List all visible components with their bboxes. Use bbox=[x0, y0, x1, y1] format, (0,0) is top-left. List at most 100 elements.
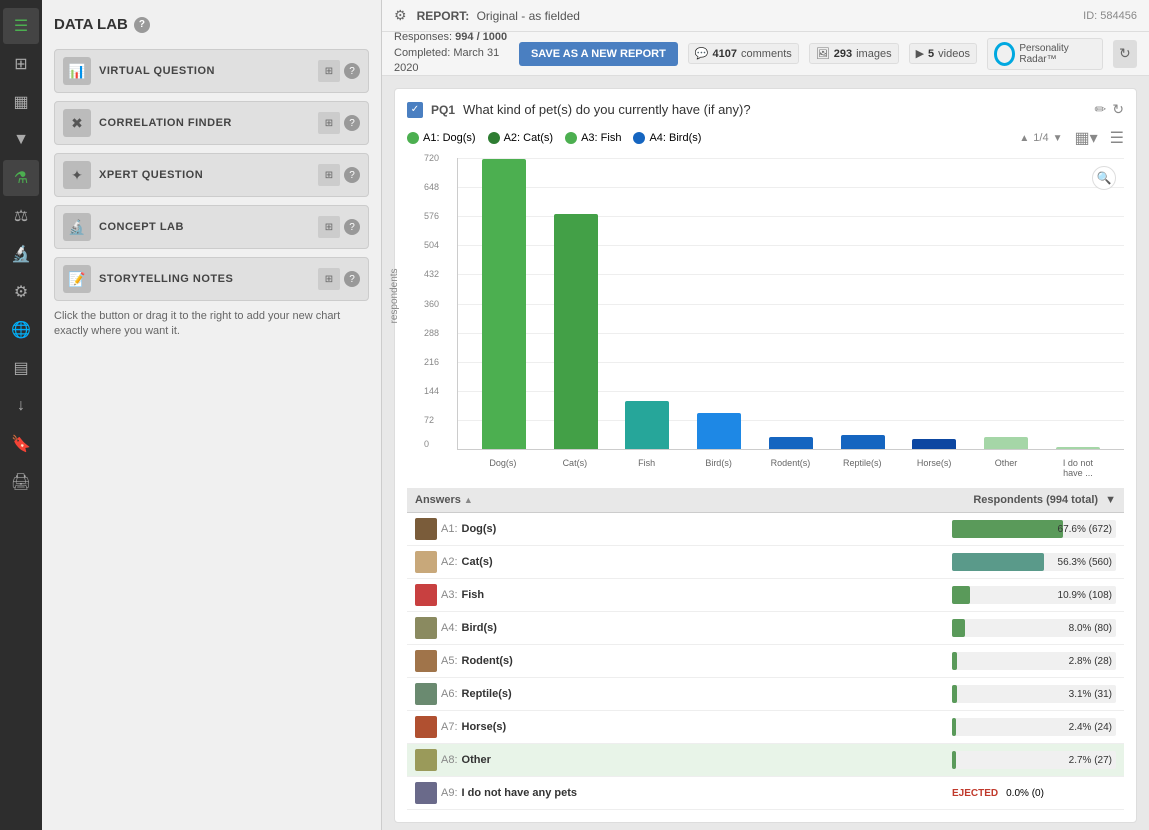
videos-count: 5 bbox=[928, 48, 934, 60]
respondent-bar bbox=[952, 718, 956, 736]
answer-code: A9: bbox=[441, 787, 458, 799]
nav-scale-icon[interactable]: ⚖ bbox=[3, 198, 39, 234]
nav-settings-icon[interactable]: ⚙ bbox=[3, 274, 39, 310]
nav-bookmark-icon[interactable]: 🔖 bbox=[3, 426, 39, 462]
chart-search-icon[interactable]: 🔍 bbox=[1092, 166, 1116, 190]
answer-code: A3: bbox=[441, 589, 458, 601]
bar-rodents bbox=[769, 437, 813, 449]
chat-icon: 💬 bbox=[695, 47, 709, 60]
table-row[interactable]: A2:Cat(s)56.3% (560) bbox=[407, 546, 1124, 579]
report-id: ID: 584456 bbox=[1083, 10, 1137, 22]
nav-layout-icon[interactable]: ⊞ bbox=[3, 46, 39, 82]
sort-icon: ▲ bbox=[464, 495, 473, 505]
legend-prev-icon[interactable]: ▲ bbox=[1019, 133, 1029, 144]
sidebar-help-icon[interactable]: ? bbox=[134, 17, 150, 33]
virtual-question-button[interactable]: 📊 VIRTUAL QUESTION ⊞ ? bbox=[54, 49, 369, 93]
comments-label: comments bbox=[741, 48, 792, 60]
table-row[interactable]: A5:Rodent(s)2.8% (28) bbox=[407, 645, 1124, 678]
answer-name: I do not have any pets bbox=[462, 787, 578, 799]
chart-legend: A1: Dog(s) A2: Cat(s) A3: Fish A4: Bird(… bbox=[407, 128, 1124, 148]
table-row[interactable]: A8:Other2.7% (27) bbox=[407, 744, 1124, 777]
xpert-question-icon: ✦ bbox=[63, 161, 91, 189]
nav-microscope-icon[interactable]: 🔬 bbox=[3, 236, 39, 272]
nav-flask-icon[interactable]: ⚗ bbox=[3, 160, 39, 196]
answer-code: A2: bbox=[441, 556, 458, 568]
nav-chart-icon[interactable]: ▦ bbox=[3, 84, 39, 120]
correlation-finder-grid-icon: ⊞ bbox=[318, 112, 340, 134]
comments-badge[interactable]: 💬 4107 comments bbox=[688, 43, 799, 64]
y-axis-label: respondents bbox=[389, 268, 400, 323]
edit-icon[interactable]: ✏ bbox=[1095, 101, 1107, 118]
virtual-question-help-icon[interactable]: ? bbox=[344, 63, 360, 79]
legend-next-icon[interactable]: ▼ bbox=[1053, 133, 1063, 144]
chart-menu-icon[interactable]: ☰ bbox=[1110, 128, 1124, 148]
storytelling-notes-label: STORYTELLING NOTES bbox=[99, 273, 314, 285]
correlation-finder-button[interactable]: ✖ CORRELATION FINDER ⊞ ? bbox=[54, 101, 369, 145]
storytelling-notes-help-icon[interactable]: ? bbox=[344, 271, 360, 287]
table-row[interactable]: A7:Horse(s)2.4% (24) bbox=[407, 711, 1124, 744]
table-row[interactable]: A4:Bird(s)8.0% (80) bbox=[407, 612, 1124, 645]
answer-thumbnail bbox=[415, 716, 437, 738]
images-badge[interactable]: 🖼 293 images bbox=[809, 43, 899, 64]
filter-icon[interactable]: ▼ bbox=[1105, 494, 1116, 506]
respondents-cell: 8.0% (80) bbox=[944, 612, 1124, 645]
nav-globe-icon[interactable]: 🌐 bbox=[3, 312, 39, 348]
respondents-column-header[interactable]: Respondents (994 total) ▼ bbox=[944, 488, 1124, 513]
xpert-question-help-icon[interactable]: ? bbox=[344, 167, 360, 183]
chart-inner-container: 720 648 576 504 432 bbox=[457, 158, 1124, 478]
sync-icon[interactable]: ↻ bbox=[1112, 101, 1124, 118]
answer-code: A8: bbox=[441, 754, 458, 766]
nav-menu-icon[interactable]: ☰ bbox=[3, 8, 39, 44]
nav-print-icon[interactable]: 🖨 bbox=[3, 464, 39, 500]
respondents-cell: EJECTED0.0% (0) bbox=[944, 777, 1124, 810]
respondents-cell: 2.7% (27) bbox=[944, 744, 1124, 777]
save-report-button[interactable]: SAVE AS A NEW REPORT bbox=[519, 42, 678, 66]
question-checkbox[interactable]: ✓ bbox=[407, 102, 423, 118]
personality-radar-badge[interactable]: Personality Radar™ bbox=[987, 38, 1103, 70]
answer-thumbnail bbox=[415, 584, 437, 606]
xpert-question-button[interactable]: ✦ XPERT QUESTION ⊞ ? bbox=[54, 153, 369, 197]
respondent-percentage: 3.1% (31) bbox=[1069, 685, 1112, 703]
respondent-bar-container: 3.1% (31) bbox=[952, 685, 1116, 703]
respondents-cell: 3.1% (31) bbox=[944, 678, 1124, 711]
table-row[interactable]: A6: Reptile(s) 3.1% (31) bbox=[407, 678, 1124, 711]
refresh-button[interactable]: ↻ bbox=[1113, 40, 1137, 68]
top-bar: ⚙ REPORT: Original - as fielded ID: 5844… bbox=[382, 0, 1149, 32]
table-row[interactable]: A1:Dog(s)67.6% (672) bbox=[407, 513, 1124, 546]
respondent-bar-container: 67.6% (672) bbox=[952, 520, 1116, 538]
respondent-percentage: 2.8% (28) bbox=[1069, 652, 1112, 670]
respondent-bar bbox=[952, 751, 956, 769]
bars-container bbox=[458, 158, 1124, 449]
settings-icon: ⚙ bbox=[394, 7, 407, 24]
table-row[interactable]: A3:Fish10.9% (108) bbox=[407, 579, 1124, 612]
nav-filter-icon[interactable]: ▼ bbox=[3, 122, 39, 158]
nav-download-icon[interactable]: ↓ bbox=[3, 388, 39, 424]
legend-pagination: ▲ 1/4 ▼ bbox=[1019, 132, 1062, 144]
concept-lab-help-icon[interactable]: ? bbox=[344, 219, 360, 235]
answers-column-header[interactable]: Answers ▲ bbox=[407, 488, 944, 513]
storytelling-notes-button[interactable]: 📝 STORYTELLING NOTES ⊞ ? bbox=[54, 257, 369, 301]
respondent-percentage: 56.3% (560) bbox=[1058, 553, 1112, 571]
concept-lab-label: CONCEPT LAB bbox=[99, 221, 314, 233]
video-icon: ▶ bbox=[916, 47, 924, 60]
virtual-question-icon: 📊 bbox=[63, 57, 91, 85]
answer-code: A6: bbox=[441, 688, 458, 700]
bar-other bbox=[984, 437, 1028, 449]
bar-none bbox=[1056, 447, 1100, 449]
bar-chart: respondents 720 648 576 bbox=[407, 158, 1124, 478]
bar-dogs bbox=[482, 159, 526, 449]
videos-badge[interactable]: ▶ 5 videos bbox=[909, 43, 977, 64]
legend-item-fish: A3: Fish bbox=[565, 132, 621, 144]
answer-name: Reptile(s) bbox=[462, 688, 512, 700]
table-row[interactable]: A9: I do not have any pets EJECTED0.0% (0) bbox=[407, 777, 1124, 810]
nav-layers-icon[interactable]: ▤ bbox=[3, 350, 39, 386]
respondent-bar-container: 10.9% (108) bbox=[952, 586, 1116, 604]
chart-type-selector[interactable]: ▦▾ bbox=[1075, 128, 1098, 148]
concept-lab-button[interactable]: 🔬 CONCEPT LAB ⊞ ? bbox=[54, 205, 369, 249]
sidebar-title-text: DATA LAB bbox=[54, 16, 128, 33]
respondent-bar-container: 2.8% (28) bbox=[952, 652, 1116, 670]
respondents-cell: 10.9% (108) bbox=[944, 579, 1124, 612]
correlation-finder-help-icon[interactable]: ? bbox=[344, 115, 360, 131]
x-axis-labels: Dog(s) Cat(s) Fish Bird(s) Rodent(s) Rep… bbox=[457, 458, 1124, 478]
second-bar: Responses: 994 / 1000 Completed: March 3… bbox=[382, 32, 1149, 76]
